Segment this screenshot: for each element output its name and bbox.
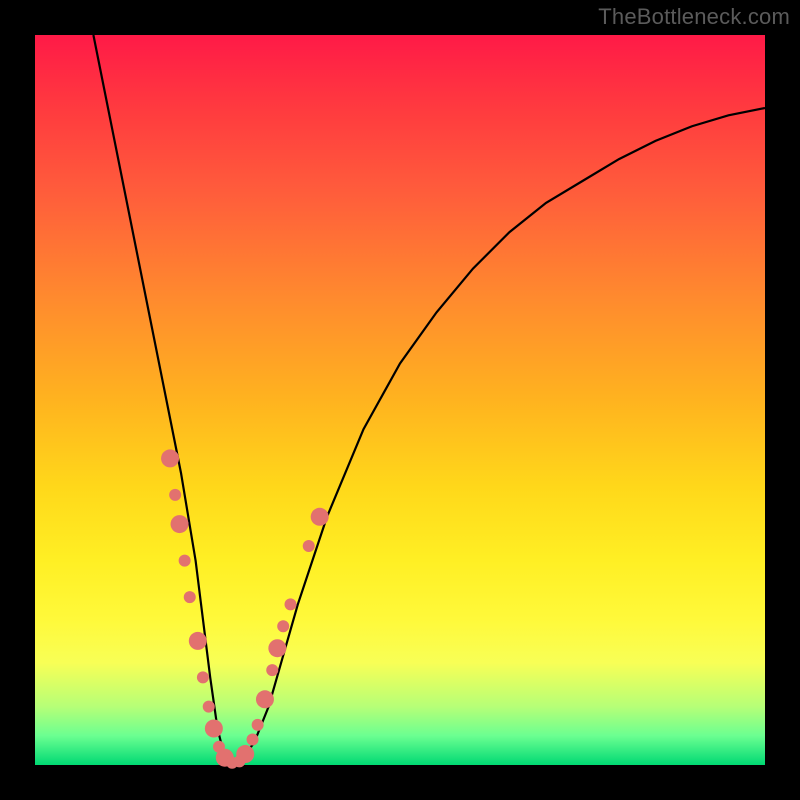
data-point — [268, 639, 286, 657]
data-point — [169, 489, 181, 501]
data-markers — [161, 449, 329, 768]
data-point — [197, 671, 209, 683]
data-point — [203, 701, 215, 713]
data-point — [277, 620, 289, 632]
plot-area — [35, 35, 765, 765]
data-point — [161, 449, 179, 467]
chart-svg — [35, 35, 765, 765]
data-point — [179, 555, 191, 567]
data-point — [252, 719, 264, 731]
data-point — [266, 664, 278, 676]
chart-frame: TheBottleneck.com — [0, 0, 800, 800]
data-point — [184, 591, 196, 603]
data-point — [189, 632, 207, 650]
data-point — [285, 598, 297, 610]
data-point — [171, 515, 189, 533]
watermark-text: TheBottleneck.com — [598, 4, 790, 30]
data-point — [311, 508, 329, 526]
data-point — [256, 690, 274, 708]
data-point — [236, 745, 254, 763]
data-point — [303, 540, 315, 552]
data-point — [247, 733, 259, 745]
data-point — [205, 720, 223, 738]
bottleneck-curve — [93, 35, 765, 765]
